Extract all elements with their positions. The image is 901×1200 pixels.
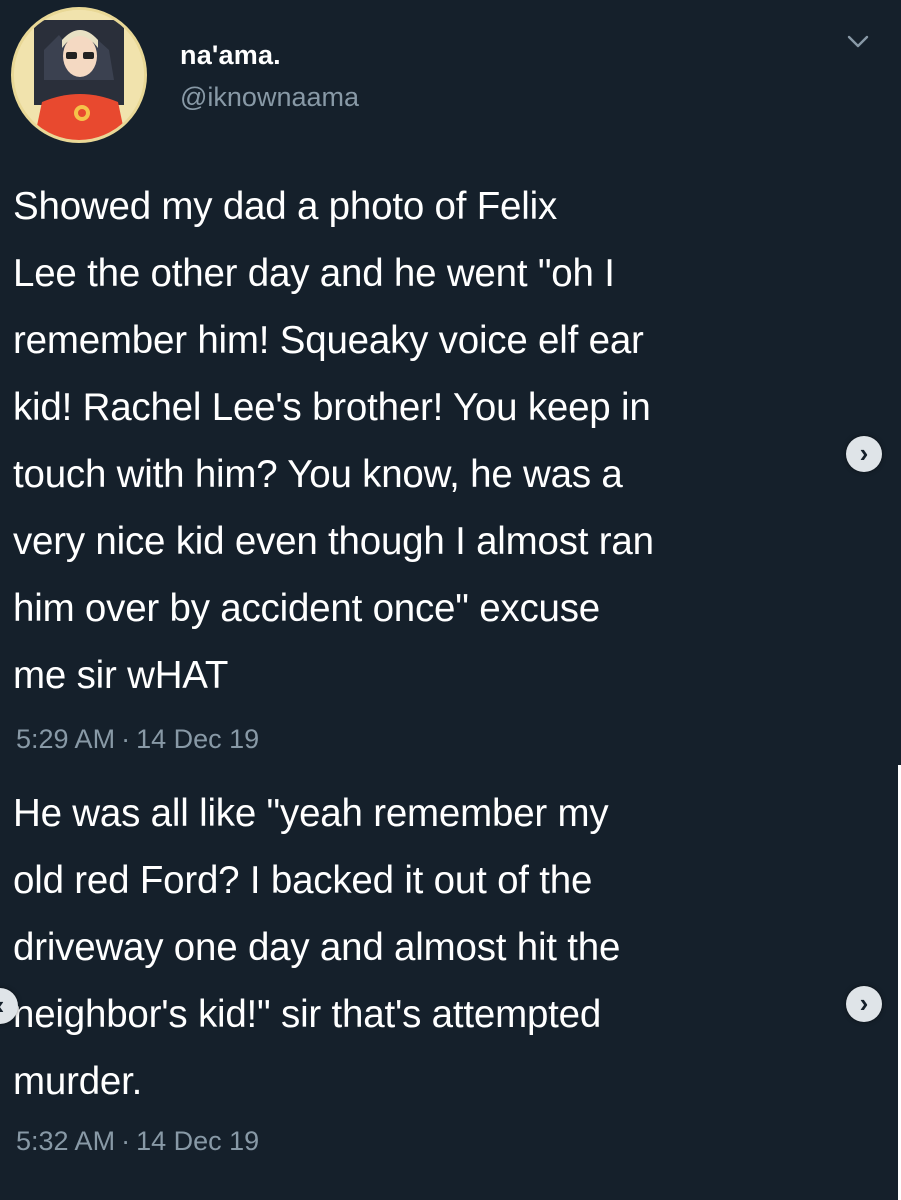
chevron-right-icon: › (859, 438, 869, 468)
avatar-illustration (14, 10, 144, 140)
chevron-down-icon[interactable] (845, 28, 871, 54)
tweet-timestamp-2[interactable]: 5:32 AM · 14 Dec 19 (16, 1126, 259, 1157)
separator-dot: · (121, 1126, 131, 1156)
tweet-time: 5:29 AM (16, 724, 116, 754)
next-arrow-button[interactable]: › (846, 986, 882, 1022)
next-arrow-button[interactable]: › (846, 436, 882, 472)
chevron-right-icon: › (859, 988, 869, 1018)
chevron-left-icon: ‹ (0, 990, 4, 1020)
tweet-timestamp-1[interactable]: 5:29 AM · 14 Dec 19 (16, 724, 259, 755)
tweet-time: 5:32 AM (16, 1126, 116, 1156)
user-handle[interactable]: @iknownaama (180, 82, 359, 113)
display-name[interactable]: na'ama. (180, 40, 281, 71)
tweet-thread-screenshot: na'ama. @iknownaama Showed my dad a phot… (0, 0, 901, 1200)
tweet-text-2: He was all like "yeah remember my old re… (13, 792, 621, 1103)
separator-dot: · (121, 724, 131, 754)
tweet-date: 14 Dec 19 (136, 1126, 260, 1156)
avatar[interactable] (11, 7, 147, 143)
tweet-text-1: Showed my dad a photo of Felix Lee the o… (13, 185, 654, 697)
tweet-date: 14 Dec 19 (136, 724, 260, 754)
